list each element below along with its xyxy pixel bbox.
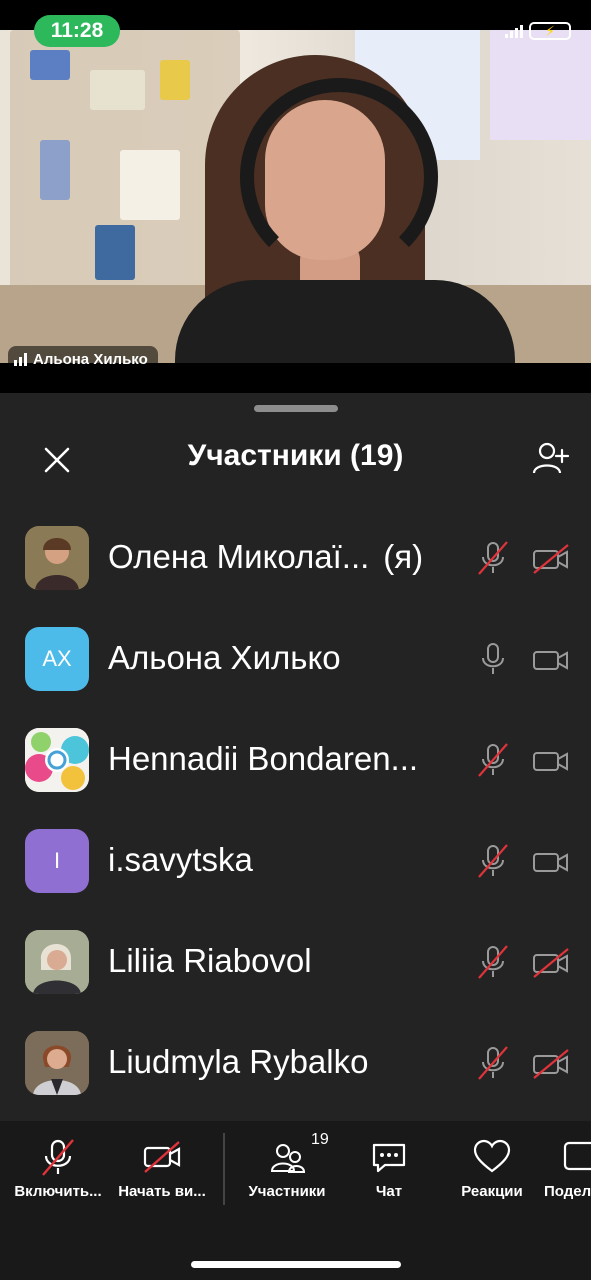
wall-sticker: [160, 60, 190, 100]
participants-icon: [270, 1144, 306, 1173]
mic-muted-icon: [42, 1139, 74, 1176]
participant-name: Liudmyla Rybalko: [108, 1043, 369, 1080]
heart-icon: [473, 1139, 511, 1173]
speaker-clothing: [175, 280, 515, 363]
status-icons: ⚡: [505, 22, 571, 40]
participants-label: Участники: [248, 1183, 326, 1200]
participant-name: i.savytska: [108, 841, 253, 878]
share-button[interactable]: Подел: [541, 1121, 591, 1221]
mic-muted-icon: [478, 743, 508, 777]
participant-row[interactable]: I i.savytska: [0, 803, 591, 904]
participant-row[interactable]: АХ Альона Хилько: [0, 601, 591, 702]
start-video-button[interactable]: Начать ви...: [110, 1121, 214, 1221]
start-video-label: Начать ви...: [118, 1183, 206, 1200]
reactions-label: Реакции: [461, 1183, 523, 1200]
mic-muted-icon: [478, 1046, 508, 1080]
speaker-name: Альона Хилько: [33, 350, 148, 368]
participants-sheet: Участники (19) Олена Миколаї... (я) АХ А…: [0, 393, 591, 1121]
camera-icon: [533, 853, 568, 872]
camera-icon: [533, 651, 568, 670]
wall-sticker: [30, 50, 70, 80]
battery-charging-icon: ⚡: [529, 22, 571, 40]
camera-icon: [533, 752, 568, 771]
unmute-button[interactable]: Включить...: [4, 1121, 112, 1221]
participant-row[interactable]: Liudmyla Rybalko: [0, 1005, 591, 1106]
mic-muted-icon: [478, 945, 508, 979]
video-frame: [0, 30, 591, 363]
unmute-label: Включить...: [14, 1183, 102, 1200]
mic-muted-icon: [478, 844, 508, 878]
wall-sticker: [40, 140, 70, 200]
wall-poster: [490, 30, 591, 140]
camera-off-icon: [533, 1049, 569, 1079]
mic-icon: [482, 643, 504, 674]
speaker-name-tag: Альона Хилько: [8, 346, 158, 372]
participant-row[interactable]: Hennadii Bondaren...: [0, 702, 591, 803]
active-speaker-video[interactable]: 11:28 ⚡ Альона Хилько: [0, 0, 591, 393]
participant-initials-avatar: I: [25, 829, 89, 893]
participant-row[interactable]: Олена Миколаї... (я): [0, 500, 591, 601]
participant-logo-avatar: [25, 728, 89, 792]
participant-name: Hennadii Bondaren...: [108, 740, 419, 777]
wall-sticker: [95, 225, 135, 280]
home-indicator[interactable]: [191, 1261, 401, 1268]
status-time: 11:28: [34, 15, 120, 47]
meeting-toolbar: Включить... Начать ви... 19 Участники Ча…: [0, 1121, 591, 1280]
participant-photo-avatar: [25, 526, 89, 590]
camera-off-icon: [533, 948, 569, 978]
connection-strength-icon: [14, 352, 27, 366]
participant-name: Liliia Riabovol: [108, 942, 312, 979]
participant-initials-avatar: АХ: [25, 627, 89, 691]
wall-sticker: [90, 70, 145, 110]
share-screen-icon: [563, 1141, 591, 1171]
mic-muted-icon: [478, 541, 508, 575]
participant-photo-avatar: [25, 930, 89, 994]
reactions-button[interactable]: Реакции: [446, 1121, 538, 1221]
participant-row[interactable]: Liliia Riabovol: [0, 904, 591, 1005]
camera-off-icon: [533, 544, 569, 574]
participant-list: Олена Миколаї... (я) АХ Альона Хилько He…: [0, 500, 591, 1106]
headset: [240, 78, 438, 276]
share-label: Подел: [544, 1183, 591, 1200]
photo-avatar-icon: [25, 1031, 89, 1095]
participant-photo-avatar: [25, 1031, 89, 1095]
page-title: Участники (19): [187, 439, 404, 472]
toolbar-divider: [223, 1133, 225, 1205]
chat-icon: [372, 1143, 406, 1173]
photo-avatar-icon: [25, 526, 89, 590]
photo-avatar-icon: [25, 930, 89, 994]
participants-button[interactable]: 19 Участники: [236, 1121, 338, 1221]
invite-participant-icon[interactable]: [531, 438, 571, 478]
sheet-drag-handle[interactable]: [254, 405, 338, 412]
chat-label: Чат: [375, 1183, 403, 1200]
colorful-logo-icon: [25, 728, 89, 792]
wall-sticker: [120, 150, 180, 220]
camera-off-icon: [143, 1141, 181, 1173]
participants-count-badge: 19: [311, 1131, 329, 1148]
sheet-header: Участники (19): [0, 433, 591, 483]
participant-name: Альона Хилько: [108, 639, 341, 676]
cellular-signal-icon: [505, 24, 523, 38]
participant-name: Олена Миколаї... (я): [108, 538, 424, 575]
chat-button[interactable]: Чат: [350, 1121, 428, 1221]
